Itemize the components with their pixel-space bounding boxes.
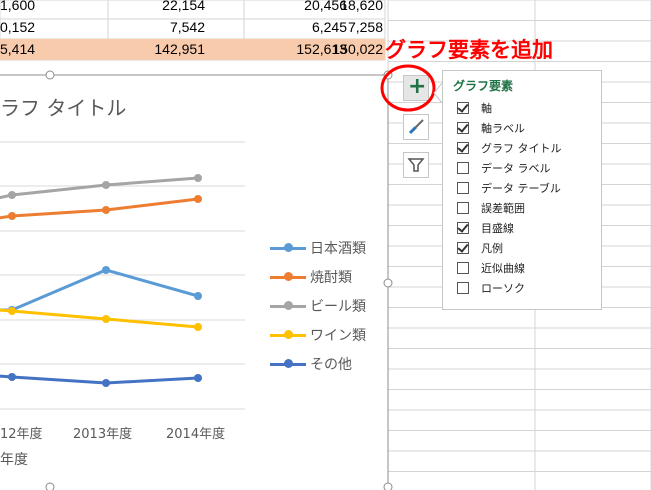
chart-elements-panel: グラフ要素 軸 軸ラベル グラフ タイトル データ ラベル データ テーブル 誤… xyxy=(442,70,602,310)
panel-item[interactable]: データ テーブル xyxy=(457,179,597,199)
check-icon xyxy=(457,121,469,133)
panel-title: グラフ要素 xyxy=(453,79,514,93)
checkbox[interactable] xyxy=(457,221,469,234)
panel-item-label: グラフ タイトル xyxy=(481,142,562,155)
checkbox[interactable] xyxy=(457,282,469,294)
panel-item[interactable]: 凡例 xyxy=(457,239,597,259)
panel-item[interactable]: 目盛線 xyxy=(457,219,597,239)
panel-item-label: 軸 xyxy=(481,102,492,115)
panel-item[interactable]: 軸ラベル xyxy=(457,119,597,139)
chart-styles-button[interactable] xyxy=(403,114,429,140)
check-icon xyxy=(457,241,469,253)
panel-item-label: 誤差範囲 xyxy=(481,202,525,215)
panel-item-label: ローソク xyxy=(481,282,525,295)
highlight-circle xyxy=(380,64,436,112)
check-icon xyxy=(457,221,469,233)
panel-item[interactable]: 軸 xyxy=(457,99,597,119)
panel-item-label: 目盛線 xyxy=(481,222,514,235)
panel-item[interactable]: データ ラベル xyxy=(457,159,597,179)
panel-item-label: 近似曲線 xyxy=(481,262,525,275)
checkbox[interactable] xyxy=(457,182,469,194)
check-icon xyxy=(457,141,469,153)
checkbox[interactable] xyxy=(457,141,469,154)
panel-item[interactable]: 近似曲線 xyxy=(457,259,597,279)
checkbox[interactable] xyxy=(457,162,469,174)
check-icon xyxy=(457,101,469,113)
panel-item[interactable]: ローソク xyxy=(457,279,597,299)
chart-filters-button[interactable] xyxy=(403,152,429,178)
filter-icon xyxy=(407,158,425,172)
paintbrush-icon xyxy=(408,119,424,135)
checkbox[interactable] xyxy=(457,241,469,254)
panel-item[interactable]: 誤差範囲 xyxy=(457,199,597,219)
annotation-text: グラフ要素を追加 xyxy=(385,38,553,62)
panel-item[interactable]: グラフ タイトル xyxy=(457,139,597,159)
panel-item-label: データ ラベル xyxy=(481,162,551,175)
checkbox[interactable] xyxy=(457,121,469,134)
checkbox[interactable] xyxy=(457,101,469,114)
panel-item-label: 凡例 xyxy=(481,242,503,255)
panel-item-label: 軸ラベル xyxy=(481,122,525,135)
checkbox[interactable] xyxy=(457,262,469,274)
checkbox[interactable] xyxy=(457,202,469,214)
panel-item-label: データ テーブル xyxy=(481,182,561,195)
